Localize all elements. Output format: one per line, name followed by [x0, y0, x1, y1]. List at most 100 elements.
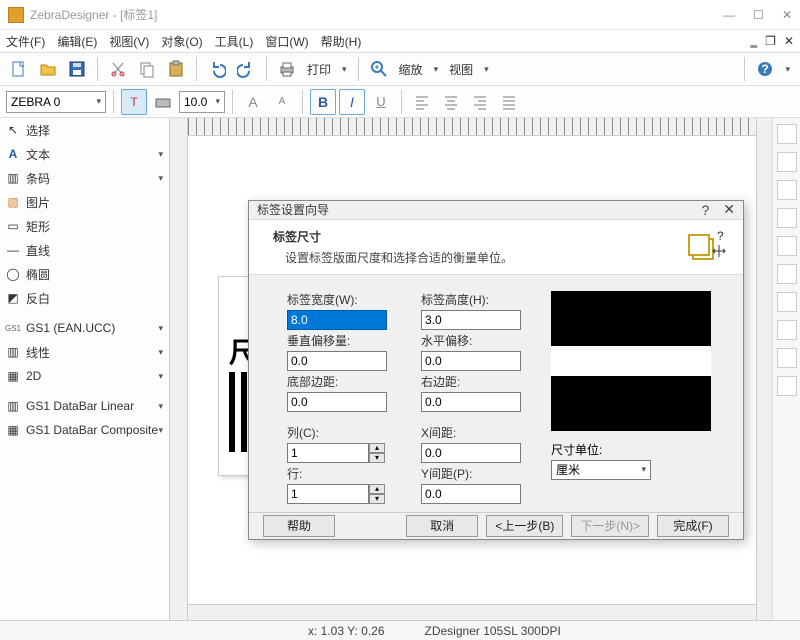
align-right-icon[interactable] [777, 264, 797, 284]
unit-combo[interactable]: 厘米▾ [551, 460, 651, 480]
ellipse-icon: ◯ [6, 267, 20, 281]
menu-edit[interactable]: 编辑(E) [57, 33, 97, 50]
image-icon: ▧ [6, 195, 20, 209]
distribute-h-icon[interactable] [777, 292, 797, 312]
ruler-vertical [170, 118, 188, 620]
sidebar-item-linear[interactable]: ▥线性▾ [0, 340, 169, 364]
gs1-icon: GS1 [6, 321, 20, 335]
help-button[interactable]: 帮助 [263, 515, 335, 537]
menu-object[interactable]: 对象(O) [161, 33, 202, 50]
sidebar-item-image[interactable]: ▧图片 [0, 190, 169, 214]
italic-button[interactable]: I [339, 89, 365, 115]
cols-input[interactable] [287, 443, 369, 463]
scrollbar-vertical[interactable] [756, 118, 772, 620]
dialog-help-button[interactable]: ? [701, 202, 709, 218]
sidebar-item-databar-linear[interactable]: ▥GS1 DataBar Linear▾ [0, 394, 169, 418]
rows-spinner[interactable]: ▴▾ [369, 484, 385, 504]
align-left-icon[interactable] [777, 208, 797, 228]
ygap-input[interactable] [421, 484, 521, 504]
undo-button[interactable] [204, 56, 230, 82]
font-increase-button[interactable]: A [240, 89, 266, 115]
ygap-label: Y间距(P): [421, 465, 531, 482]
save-button[interactable] [64, 56, 90, 82]
minimize-button[interactable]: — [723, 8, 735, 22]
sidebar-item-databar-composite[interactable]: ▦GS1 DataBar Composite▾ [0, 418, 169, 442]
text-tool-button[interactable]: T [121, 89, 147, 115]
voffset-input[interactable] [287, 351, 387, 371]
menu-help[interactable]: 帮助(H) [321, 33, 362, 50]
xgap-input[interactable] [421, 443, 521, 463]
sidebar-item-2d[interactable]: ▦2D▾ [0, 364, 169, 388]
align-center-icon[interactable] [777, 236, 797, 256]
distribute-v-icon[interactable] [777, 320, 797, 340]
zoom-button[interactable] [366, 56, 392, 82]
sidebar-item-invert[interactable]: ◩反白 [0, 286, 169, 310]
sidebar-item-line[interactable]: —直线 [0, 238, 169, 262]
zoom-label[interactable]: 缩放 [395, 61, 427, 78]
menu-window[interactable]: 窗口(W) [265, 33, 308, 50]
paste-button[interactable] [163, 56, 189, 82]
arrow-right-icon[interactable] [777, 376, 797, 396]
align-middle-icon[interactable] [777, 152, 797, 172]
menu-view[interactable]: 视图(V) [109, 33, 149, 50]
redo-button[interactable] [233, 56, 259, 82]
print-label[interactable]: 打印 [303, 61, 335, 78]
sidebar-item-barcode[interactable]: ▥条码▾ [0, 166, 169, 190]
font-decrease-button[interactable]: A [269, 89, 295, 115]
sidebar-item-rect[interactable]: ▭矩形 [0, 214, 169, 238]
printer-font-button[interactable] [150, 89, 176, 115]
width-input[interactable] [287, 310, 387, 330]
databar-composite-icon: ▦ [6, 423, 20, 437]
view-label[interactable]: 视图 [445, 61, 477, 78]
scrollbar-horizontal[interactable] [188, 604, 756, 620]
maximize-button[interactable]: ☐ [753, 8, 764, 22]
sidebar-item-text[interactable]: A文本▾ [0, 142, 169, 166]
menu-tools[interactable]: 工具(L) [215, 33, 254, 50]
finish-button[interactable]: 完成(F) [657, 515, 729, 537]
close-button[interactable]: ✕ [782, 8, 792, 22]
cols-spinner[interactable]: ▴▾ [369, 443, 385, 463]
menu-file[interactable]: 文件(F) [6, 33, 45, 50]
new-button[interactable] [6, 56, 32, 82]
align-bottom-icon[interactable] [777, 180, 797, 200]
rows-input[interactable] [287, 484, 369, 504]
status-printer: ZDesigner 105SL 300DPI [425, 624, 561, 638]
underline-button[interactable]: U [368, 89, 394, 115]
label-preview [551, 291, 711, 431]
align-left-button[interactable] [409, 89, 435, 115]
bottom-input[interactable] [287, 392, 387, 412]
mdi-restore-button[interactable]: ❐ [765, 34, 776, 48]
window-title: ZebraDesigner - [标签1] [30, 6, 723, 23]
dialog-close-button[interactable]: ✕ [723, 201, 735, 218]
copy-button[interactable] [134, 56, 160, 82]
align-justify-button[interactable] [496, 89, 522, 115]
wizard-icon: ? [687, 229, 727, 265]
printer-combo[interactable]: ZEBRA 0▾ [6, 91, 106, 113]
2d-icon: ▦ [6, 369, 20, 383]
right-input[interactable] [421, 392, 521, 412]
mdi-minimize-button[interactable]: ‗ [751, 34, 758, 48]
align-center-button[interactable] [438, 89, 464, 115]
print-button[interactable] [274, 56, 300, 82]
sidebar-item-gs1[interactable]: GS1GS1 (EAN.UCC)▾ [0, 316, 169, 340]
rotate-icon[interactable] [777, 348, 797, 368]
open-button[interactable] [35, 56, 61, 82]
rows-label: 行: [287, 465, 397, 482]
font-size-combo[interactable]: 10.0▾ [179, 91, 225, 113]
dialog-heading: 标签尺寸 [273, 228, 687, 245]
help-button[interactable]: ? [752, 56, 778, 82]
align-top-icon[interactable] [777, 124, 797, 144]
linear-icon: ▥ [6, 345, 20, 359]
hoffset-input[interactable] [421, 351, 521, 371]
height-input[interactable] [421, 310, 521, 330]
bold-button[interactable]: B [310, 89, 336, 115]
sidebar-item-select[interactable]: ↖选择 [0, 118, 169, 142]
toolbar-standard: 打印▾ 缩放▾ 视图▾ ? ▾ [0, 52, 800, 86]
mdi-close-button[interactable]: ✕ [784, 34, 794, 48]
cut-button[interactable] [105, 56, 131, 82]
align-right-button[interactable] [467, 89, 493, 115]
statusbar: x: 1.03 Y: 0.26 ZDesigner 105SL 300DPI [0, 620, 800, 640]
cancel-button[interactable]: 取消 [406, 515, 478, 537]
back-button[interactable]: <上一步(B) [486, 515, 563, 537]
sidebar-item-ellipse[interactable]: ◯椭圆 [0, 262, 169, 286]
